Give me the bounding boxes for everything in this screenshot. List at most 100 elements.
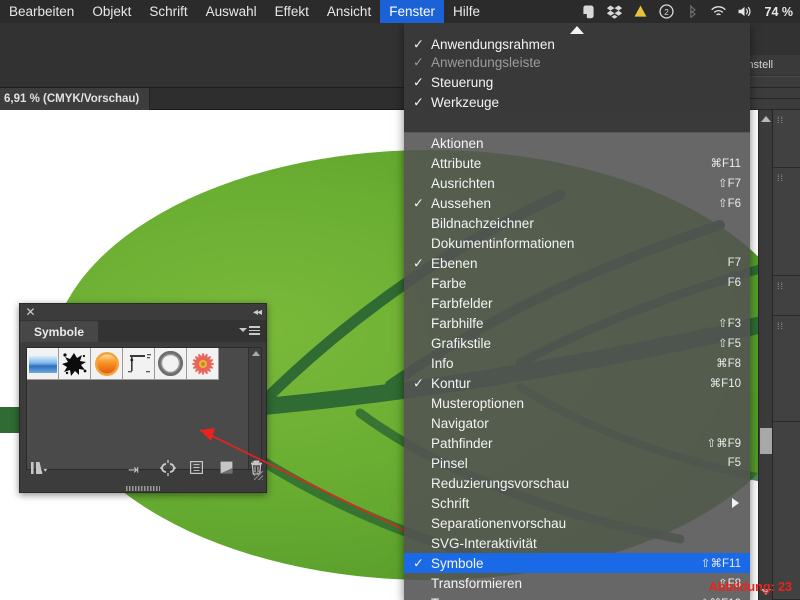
evernote-icon[interactable]	[580, 3, 597, 20]
symbols-panel-scrollbar[interactable]	[248, 348, 261, 469]
macos-menu-bar[interactable]: Bearbeiten Objekt Schrift Auswahl Effekt…	[0, 0, 800, 23]
symbols-panel-titlebar[interactable]: ✕ ◂◂	[20, 304, 266, 321]
menu-item-ausrichten[interactable]: Ausrichten ⇧F7	[404, 173, 750, 193]
dock-segment[interactable]: ⁞⁞	[773, 316, 800, 422]
collapse-panel-icon[interactable]: ◂◂	[253, 308, 262, 318]
window-menu-panel-list[interactable]: Aktionen Attribute ⌘F11 Ausrichten ⇧F7 ✓ Ausse…	[404, 133, 750, 600]
menu-item-transparenz[interactable]: Transparenz ⇧⌘F10	[404, 593, 750, 600]
menu-item-label: Symbole	[431, 555, 484, 571]
symbols-panel[interactable]: ✕ ◂◂ Symbole ⇥	[19, 303, 267, 493]
menu-item-label: Pathfinder	[431, 435, 493, 451]
menu-bar-status-items[interactable]: 2 74 %	[580, 3, 800, 20]
menu-schrift[interactable]: Schrift	[140, 0, 196, 23]
window-menu-top-group[interactable]: ✓ Anwendungsrahmen ✓ Anwendungsleiste ✓ …	[404, 23, 750, 133]
symbol-libraries-icon[interactable]	[30, 460, 52, 481]
menu-item-svg-interaktivit-t[interactable]: SVG-Interaktivität	[404, 533, 750, 553]
symbols-list-area[interactable]	[26, 347, 262, 470]
menu-effekt[interactable]: Effekt	[266, 0, 318, 23]
measure-tool-symbol-icon	[127, 353, 151, 372]
checkmark-icon: ✓	[413, 255, 424, 271]
menu-item-shortcut: ⌘F8	[716, 358, 741, 370]
menu-item-label: Musteroptionen	[431, 395, 525, 411]
menu-item-kontur[interactable]: ✓ Kontur ⌘F10	[404, 373, 750, 393]
menu-item-dokumentinformationen[interactable]: Dokumentinformationen	[404, 233, 750, 253]
menu-item-transformieren[interactable]: Transformieren ⇧F8	[404, 573, 750, 593]
canvas-vertical-scrollbar[interactable]	[758, 110, 772, 600]
dock-segment[interactable]: ⁞⁞	[773, 168, 800, 276]
menu-item-navigator[interactable]: Navigator	[404, 413, 750, 433]
menu-item-label: SVG-Interaktivität	[431, 535, 537, 551]
checkmark-icon: ✓	[413, 94, 424, 110]
break-link-icon[interactable]	[160, 460, 176, 481]
menu-item-separationenvorschau[interactable]: Separationenvorschau	[404, 513, 750, 533]
menu-ansicht[interactable]: Ansicht	[318, 0, 380, 23]
menu-item-label: Steuerung	[431, 74, 494, 90]
dock-segment[interactable]: ⁞⁞	[773, 276, 800, 316]
menu-item-label: Werkzeuge	[431, 94, 500, 110]
menu-item-bildnachzeichner[interactable]: Bildnachzeichner	[404, 213, 750, 233]
menu-item-label: Farbhilfe	[431, 315, 484, 331]
symbol-item-grey-ring[interactable]	[155, 348, 187, 380]
symbol-item-ink-splatter[interactable]	[59, 348, 91, 380]
right-panel-dock[interactable]: ⁞⁞ ⁞⁞ ⁞⁞ ⁞⁞	[772, 110, 800, 600]
battery-percentage[interactable]: 74 %	[762, 5, 794, 19]
zoom-status-box[interactable]: 6,91 % (CMYK/Vorschau)	[0, 87, 151, 110]
bluetooth-icon[interactable]	[684, 3, 701, 20]
scroll-up-arrow-icon[interactable]	[759, 112, 773, 125]
dock-grip-icon: ⁞⁞	[777, 173, 785, 183]
dropbox-icon[interactable]	[606, 3, 623, 20]
warning-triangle-icon[interactable]	[632, 3, 649, 20]
menu-item-attribute[interactable]: Attribute ⌘F11	[404, 153, 750, 173]
scrollbar-thumb[interactable]	[760, 428, 772, 454]
volume-icon[interactable]	[736, 3, 753, 20]
place-symbol-instance-icon[interactable]: ⇥	[128, 462, 139, 478]
symbol-item-blue-gradient[interactable]	[27, 348, 59, 380]
panel-drag-grip[interactable]	[126, 486, 160, 491]
menu-item-symbole[interactable]: ✓ Symbole ⇧⌘F11	[404, 553, 750, 573]
symbols-grid[interactable]	[27, 348, 219, 380]
figure-caption: Abbildung: 23	[708, 580, 792, 594]
menu-item-shortcut: ⌘F10	[709, 378, 741, 390]
symbol-item-orange-sphere[interactable]	[91, 348, 123, 380]
zoom-level-text: 6,91 % (CMYK/Vorschau)	[4, 92, 140, 105]
menu-auswahl[interactable]: Auswahl	[197, 0, 266, 23]
menu-item-steuerung[interactable]: ✓ Steuerung	[404, 72, 750, 92]
menu-item-farbhilfe[interactable]: Farbhilfe ⇧F3	[404, 313, 750, 333]
menu-item-farbe[interactable]: Farbe F6	[404, 273, 750, 293]
panel-menu-icon[interactable]	[239, 326, 260, 335]
wifi-icon[interactable]	[710, 3, 727, 20]
menu-scroll-up-icon[interactable]	[570, 26, 584, 34]
menu-fenster[interactable]: Fenster	[380, 0, 444, 23]
checkmark-icon: ✓	[413, 195, 424, 211]
menu-item-info[interactable]: Info ⌘F8	[404, 353, 750, 373]
menu-item-label: Aussehen	[431, 195, 492, 211]
menu-hilfe[interactable]: Hilfe	[444, 0, 489, 23]
tab-symbole[interactable]: Symbole	[20, 321, 99, 342]
menu-item-schrift[interactable]: Schrift	[404, 493, 750, 513]
info-circle-icon[interactable]: 2	[658, 3, 675, 20]
dock-segment[interactable]	[773, 422, 800, 600]
menu-bearbeiten[interactable]: Bearbeiten	[0, 0, 83, 23]
menu-objekt[interactable]: Objekt	[83, 0, 140, 23]
menu-item-werkzeuge[interactable]: ✓ Werkzeuge	[404, 92, 750, 112]
menu-item-grafikstile[interactable]: Grafikstile ⇧F5	[404, 333, 750, 353]
symbol-item-measure-tool[interactable]	[123, 348, 155, 380]
symbol-options-icon[interactable]	[190, 461, 204, 479]
menu-item-pinsel[interactable]: Pinsel F5	[404, 453, 750, 473]
menu-item-farbfelder[interactable]: Farbfelder	[404, 293, 750, 313]
menu-item-shortcut: ⌘F11	[710, 158, 741, 170]
new-symbol-icon[interactable]	[220, 461, 233, 479]
symbol-item-red-flower[interactable]	[187, 348, 219, 380]
dock-segment[interactable]: ⁞⁞	[773, 110, 800, 168]
close-icon[interactable]: ✕	[25, 306, 36, 318]
menu-item-musteroptionen[interactable]: Musteroptionen	[404, 393, 750, 413]
menu-item-ebenen[interactable]: ✓ Ebenen F7	[404, 253, 750, 273]
window-menu-dropdown[interactable]: ✓ Anwendungsrahmen ✓ Anwendungsleiste ✓ …	[404, 23, 750, 600]
scroll-up-arrow-icon[interactable]	[249, 348, 262, 359]
panel-resize-handle[interactable]	[254, 471, 263, 480]
menu-item-aktionen[interactable]: Aktionen	[404, 133, 750, 153]
menu-item-anwendungsrahmen[interactable]: ✓ Anwendungsrahmen	[404, 35, 750, 52]
menu-item-reduzierungsvorschau[interactable]: Reduzierungsvorschau	[404, 473, 750, 493]
menu-item-aussehen[interactable]: ✓ Aussehen ⇧F6	[404, 193, 750, 213]
menu-item-pathfinder[interactable]: Pathfinder ⇧⌘F9	[404, 433, 750, 453]
